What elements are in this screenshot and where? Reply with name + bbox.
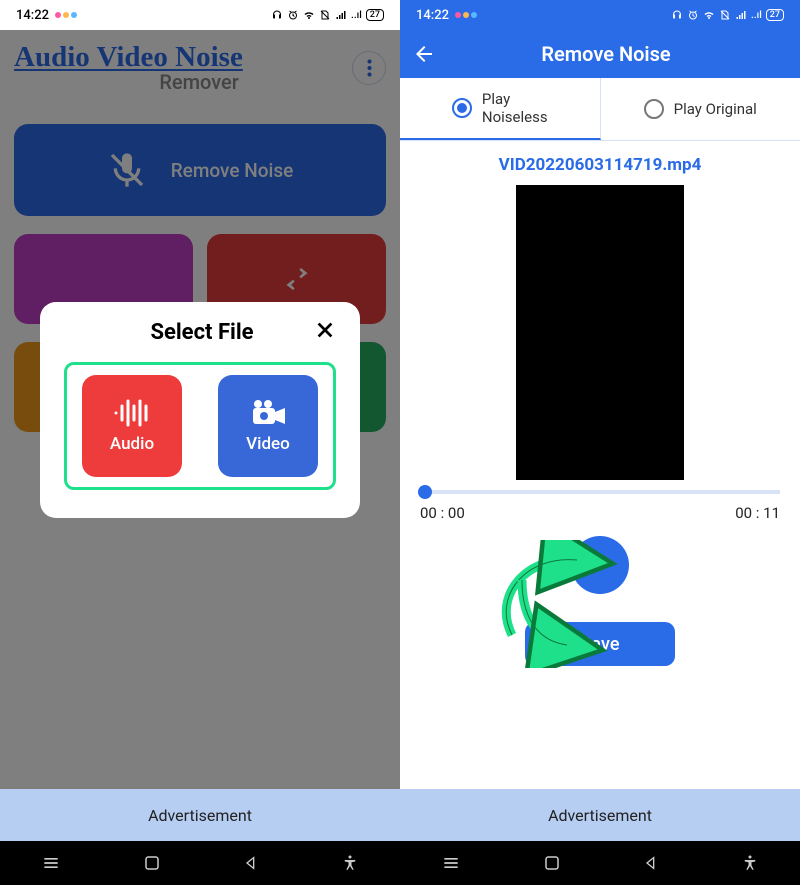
time-end: 00 : 11 xyxy=(735,504,780,522)
battery-icon: 27 xyxy=(766,9,784,21)
advertisement-bar[interactable]: Advertisement xyxy=(0,789,400,841)
play-button[interactable] xyxy=(571,536,629,594)
ad-label: Advertisement xyxy=(148,806,252,825)
nav-back-icon[interactable] xyxy=(243,855,259,871)
select-audio-button[interactable]: Audio xyxy=(82,375,182,477)
system-nav-bar xyxy=(400,841,800,885)
wifi-icon xyxy=(303,9,315,21)
seek-bar[interactable] xyxy=(420,490,780,494)
nav-accessibility-icon[interactable] xyxy=(341,854,359,872)
app-bar-title: Remove Noise xyxy=(448,42,764,66)
radio-selected-icon xyxy=(452,98,472,118)
audio-wave-icon xyxy=(112,398,152,428)
advertisement-bar[interactable]: Advertisement xyxy=(400,789,800,841)
no-sim-icon xyxy=(719,9,731,21)
audio-label: Audio xyxy=(110,434,154,454)
close-button[interactable] xyxy=(314,318,336,348)
radio-unselected-icon xyxy=(644,99,664,119)
headphones-icon xyxy=(271,9,283,21)
headphones-icon xyxy=(671,9,683,21)
tab-play-original[interactable]: Play Original xyxy=(601,78,800,140)
status-dots-text: ..ıl xyxy=(751,10,762,21)
filename-label: VID20220603114719.mp4 xyxy=(400,141,800,185)
modal-overlay[interactable]: Select File Audio xyxy=(0,30,400,789)
video-camera-icon xyxy=(249,398,287,428)
video-label: Video xyxy=(246,434,290,454)
tab-play-noiseless[interactable]: PlayNoiseless xyxy=(400,78,601,140)
seek-handle[interactable] xyxy=(418,485,432,499)
status-bar: 14:22 ..ıl 27 xyxy=(400,0,800,30)
battery-icon: 27 xyxy=(366,9,384,21)
video-preview[interactable] xyxy=(516,185,684,480)
tab-original-label: Play Original xyxy=(674,100,757,118)
select-video-button[interactable]: Video xyxy=(218,375,318,477)
tab-noiseless-label: PlayNoiseless xyxy=(482,90,548,126)
back-button[interactable] xyxy=(412,42,436,66)
save-button[interactable]: Save xyxy=(525,622,675,666)
status-icons: ..ıl 27 xyxy=(271,9,384,21)
play-icon xyxy=(588,553,612,577)
wifi-icon xyxy=(703,9,715,21)
app-bar: Remove Noise xyxy=(400,30,800,78)
nav-home-icon[interactable] xyxy=(543,854,561,872)
signal-icon xyxy=(335,9,347,21)
ad-label: Advertisement xyxy=(548,806,652,825)
modal-title: Select File xyxy=(150,320,253,345)
status-time: 14:22 xyxy=(16,8,49,23)
status-dots-text: ..ıl xyxy=(351,10,362,21)
close-icon xyxy=(314,319,336,341)
select-file-modal: Select File Audio xyxy=(40,302,360,518)
nav-accessibility-icon[interactable] xyxy=(741,854,759,872)
alarm-icon xyxy=(287,9,299,21)
save-label: Save xyxy=(581,634,620,655)
nav-home-icon[interactable] xyxy=(143,854,161,872)
no-sim-icon xyxy=(319,9,331,21)
time-start: 00 : 00 xyxy=(420,504,465,522)
signal-icon xyxy=(735,9,747,21)
status-time: 14:22 xyxy=(416,8,449,23)
alarm-icon xyxy=(687,9,699,21)
status-dots-icon xyxy=(55,12,77,18)
status-bar: 14:22 ..ıl 27 xyxy=(0,0,400,30)
nav-back-icon[interactable] xyxy=(643,855,659,871)
nav-recent-icon[interactable] xyxy=(41,853,61,873)
nav-recent-icon[interactable] xyxy=(441,853,461,873)
status-dots-icon xyxy=(455,12,477,18)
file-type-highlight: Audio Video xyxy=(64,362,336,490)
status-icons: ..ıl 27 xyxy=(671,9,784,21)
system-nav-bar xyxy=(0,841,400,885)
